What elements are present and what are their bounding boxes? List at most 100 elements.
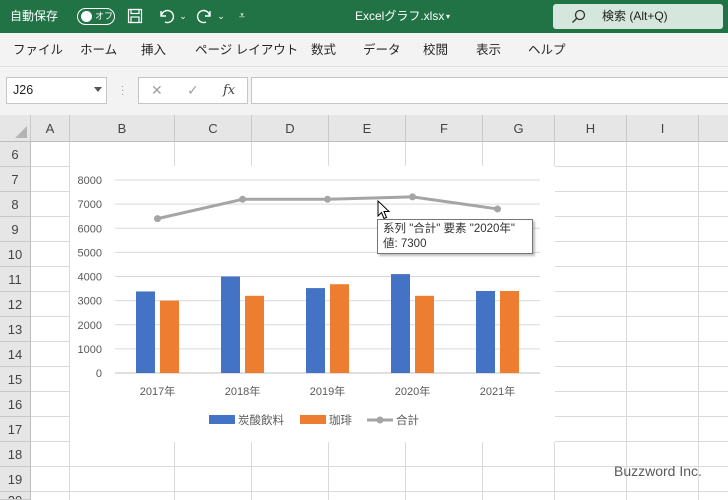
menu-file[interactable]: ファイル [13, 33, 63, 67]
name-box-value: J26 [13, 83, 34, 97]
y-tick-label: 2000 [78, 320, 102, 332]
autosave-label: 自動保存 [10, 9, 59, 23]
column-header-e[interactable]: E [329, 115, 406, 142]
bar-coffee[interactable] [245, 295, 264, 373]
row-header-19[interactable]: 19 [0, 467, 31, 492]
line-point[interactable] [154, 215, 161, 223]
chart-tooltip: 系列 "合計" 要素 "2020年" 値: 7300 [377, 219, 533, 254]
file-name[interactable]: Excelグラフ.xlsx [355, 0, 444, 33]
toggle-knob [81, 11, 92, 22]
column-header-g[interactable]: G [483, 115, 555, 142]
menu-page-layout[interactable]: ページ レイアウト [195, 33, 298, 67]
row-header-17[interactable]: 17 [0, 417, 31, 442]
bar-coffee[interactable] [500, 290, 519, 373]
bar-soda[interactable] [221, 276, 240, 374]
gridline-horizontal [31, 491, 728, 492]
row-header-13[interactable]: 13 [0, 317, 31, 342]
column-header-j[interactable] [699, 115, 728, 142]
enter-icon[interactable]: ✓ [187, 78, 199, 103]
filename-dropdown-icon[interactable]: ▾ [443, 8, 453, 25]
row-header-10[interactable]: 10 [0, 242, 31, 267]
x-tick-label: 2019年 [310, 384, 345, 398]
select-all-icon [15, 126, 27, 138]
x-tick-label: 2018年 [225, 384, 260, 398]
title-bar: 自動保存 オフ ⌄ ⌄ ⩡ Excelグラフ.xlsx ▾ 検索 (Alt+Q) [0, 0, 728, 33]
customize-toolbar-icon[interactable]: ⩡ [235, 8, 249, 25]
column-header-c[interactable]: C [175, 115, 252, 142]
drag-handle-icon[interactable]: · · · [121, 82, 124, 100]
legend-marker [376, 416, 384, 424]
select-all-corner[interactable] [0, 115, 31, 142]
bar-coffee[interactable] [160, 300, 179, 373]
row-header-8[interactable]: 8 [0, 192, 31, 217]
menu-review[interactable]: 校閲 [423, 33, 448, 67]
menu-help[interactable]: ヘルプ [528, 33, 566, 67]
line-point[interactable] [239, 195, 246, 203]
autosave-toggle[interactable]: オフ [77, 8, 115, 25]
bar-soda[interactable] [391, 274, 410, 373]
column-header-a[interactable]: A [31, 115, 70, 142]
column-header-f[interactable]: F [406, 115, 483, 142]
insert-function-icon[interactable]: fx [223, 78, 235, 103]
legend-label: 珈琲 [329, 413, 352, 427]
menu-view[interactable]: 表示 [476, 33, 501, 67]
bar-coffee[interactable] [415, 295, 434, 373]
bar-soda[interactable] [306, 288, 325, 373]
undo-icon[interactable] [155, 8, 177, 25]
row-header-9[interactable]: 9 [0, 217, 31, 242]
search-icon [571, 9, 586, 27]
bar-soda[interactable] [476, 290, 495, 373]
row-header-20[interactable]: 20 [0, 492, 31, 500]
name-box-dropdown-icon[interactable] [94, 87, 102, 92]
search-label: 検索 (Alt+Q) [602, 9, 668, 23]
legend-swatch [209, 415, 235, 424]
column-header-d[interactable]: D [252, 115, 329, 142]
search-box[interactable]: 検索 (Alt+Q) [553, 4, 723, 29]
gridline-vertical [626, 142, 627, 500]
formula-buttons: ✕ ✓ fx [138, 77, 248, 104]
line-point[interactable] [494, 205, 501, 213]
row-header-12[interactable]: 12 [0, 292, 31, 317]
row-header-18[interactable]: 18 [0, 442, 31, 467]
x-tick-label: 2020年 [395, 384, 430, 398]
row-header-14[interactable]: 14 [0, 342, 31, 367]
row-header-15[interactable]: 15 [0, 367, 31, 392]
gridline-vertical [698, 142, 699, 500]
row-header-16[interactable]: 16 [0, 392, 31, 417]
formula-input[interactable] [251, 77, 728, 104]
chart-svg[interactable]: 0 1000 2000 3000 4000 5000 6000 7000 8000 2017年 2… [70, 166, 555, 442]
row-header-6[interactable]: 6 [0, 142, 31, 167]
menu-insert[interactable]: 挿入 [141, 33, 166, 67]
autosave-toggle-state: オフ [95, 11, 114, 21]
y-tick-label: 5000 [78, 247, 102, 259]
save-icon[interactable] [126, 8, 144, 25]
redo-icon[interactable] [194, 8, 216, 25]
column-header-i[interactable]: I [627, 115, 699, 142]
ribbon-menu: ファイル ホーム 挿入 ページ レイアウト 数式 データ 校閲 表示 ヘルプ [0, 33, 728, 67]
menu-data[interactable]: データ [363, 33, 401, 67]
redo-dropdown-icon[interactable]: ⌄ [216, 8, 226, 25]
formula-bar: J26 · · · ✕ ✓ fx [0, 67, 728, 115]
undo-dropdown-icon[interactable]: ⌄ [178, 8, 188, 25]
line-point[interactable] [324, 195, 331, 203]
name-box[interactable]: J26 [6, 77, 107, 104]
column-header-h[interactable]: H [555, 115, 627, 142]
row-header-11[interactable]: 11 [0, 267, 31, 292]
line-point[interactable] [409, 193, 416, 201]
y-tick-label: 4000 [78, 272, 102, 284]
x-tick-label: 2017年 [140, 384, 175, 398]
bar-coffee[interactable] [330, 284, 349, 373]
chart-area[interactable]: 0 1000 2000 3000 4000 5000 6000 7000 8000 2017年 2… [70, 166, 555, 442]
menu-formulas[interactable]: 数式 [311, 33, 336, 67]
bar-soda[interactable] [136, 291, 155, 373]
y-tick-label: 3000 [78, 296, 102, 308]
y-tick-label: 8000 [78, 175, 102, 187]
menu-home[interactable]: ホーム [80, 33, 117, 67]
column-header-b[interactable]: B [70, 115, 175, 142]
x-tick-label: 2021年 [480, 384, 515, 398]
y-tick-label: 0 [96, 368, 102, 380]
cancel-icon[interactable]: ✕ [151, 78, 163, 103]
row-header-7[interactable]: 7 [0, 167, 31, 192]
y-tick-label: 7000 [78, 199, 102, 211]
y-tick-label: 6000 [78, 223, 102, 235]
